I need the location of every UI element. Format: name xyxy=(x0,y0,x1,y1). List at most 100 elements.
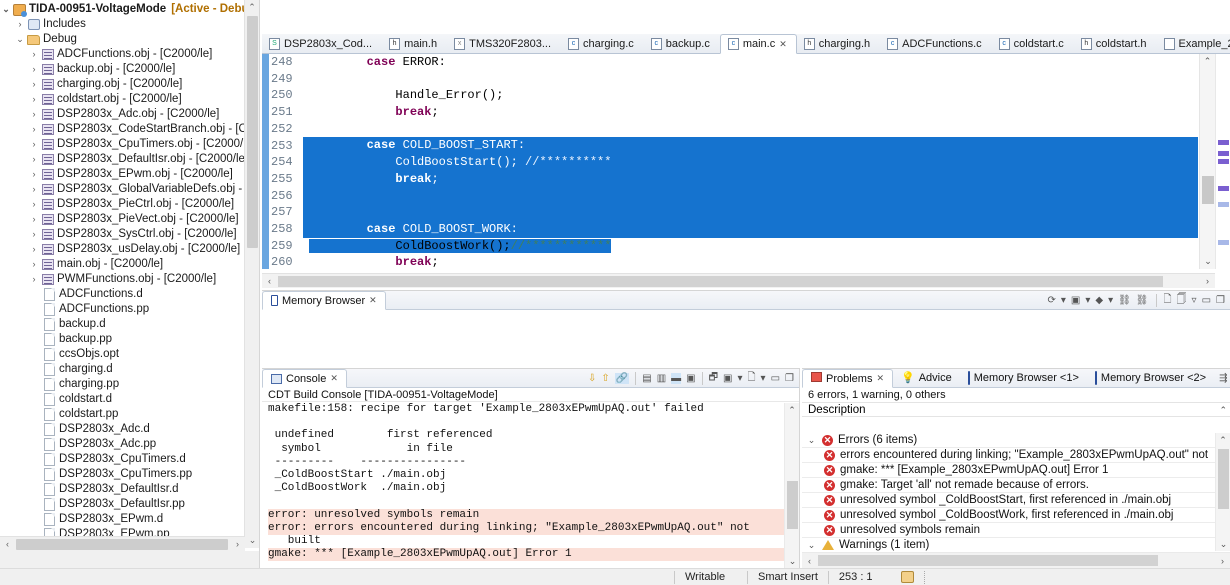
explorer-vertical-scrollbar[interactable]: ⌃ ⌄ xyxy=(244,0,259,548)
problems-hscroll-thumb[interactable] xyxy=(818,555,1158,566)
code-line[interactable]: break; xyxy=(303,104,1198,121)
problems-column-header[interactable]: Description ⌃ xyxy=(802,402,1230,417)
chevron-down-icon[interactable]: ⌄ xyxy=(806,538,817,552)
clear-console-icon[interactable]: ▤ xyxy=(642,373,651,384)
code-line[interactable] xyxy=(303,204,1198,221)
chevron-right-icon[interactable]: › xyxy=(28,122,40,137)
new-tab-dropdown-icon[interactable]: ▾ xyxy=(1085,295,1090,306)
tree-item-file[interactable]: charging.d xyxy=(0,362,245,377)
editor-vscroll-thumb[interactable] xyxy=(1202,176,1214,204)
chevron-right-icon[interactable]: › xyxy=(28,242,40,257)
chevron-right-icon[interactable]: › xyxy=(14,17,26,32)
overview-marker[interactable] xyxy=(1218,186,1229,191)
tree-item-file[interactable]: DSP2803x_CpuTimers.d xyxy=(0,452,245,467)
sort-indicator-icon[interactable]: ⌃ xyxy=(1219,403,1227,418)
tree-item-file[interactable]: coldstart.d xyxy=(0,392,245,407)
tree-item-file[interactable]: ADCFunctions.d xyxy=(0,287,245,302)
scroll-down-icon[interactable]: ⌄ xyxy=(785,554,800,568)
word-wrap-icon[interactable]: ▬ xyxy=(671,372,682,384)
problems-row[interactable]: ✕ gmake: Target 'all' not remade because … xyxy=(802,478,1215,493)
chevron-right-icon[interactable]: › xyxy=(28,197,40,212)
overview-marker[interactable] xyxy=(1218,151,1229,156)
display-dropdown-icon[interactable]: ▾ xyxy=(737,373,742,384)
tree-item-file[interactable]: charging.pp xyxy=(0,377,245,392)
tab-memory-browser[interactable]: Memory Browser ✕ xyxy=(262,291,386,310)
code-line[interactable]: case COLD_BOOST_START: xyxy=(303,137,1198,155)
overview-marker[interactable] xyxy=(1218,140,1229,145)
explorer-hscroll-thumb[interactable] xyxy=(16,539,228,550)
console-vscroll-thumb[interactable] xyxy=(787,481,798,529)
editor-tab-tms320f2803-[interactable]: x TMS320F2803... xyxy=(447,34,561,54)
problems-group-row[interactable]: ⌄ ✕ Errors (6 items) xyxy=(802,433,1215,448)
editor-tab-coldstart-c[interactable]: c coldstart.c xyxy=(992,34,1074,54)
chevron-right-icon[interactable]: › xyxy=(28,272,40,287)
chevron-right-icon[interactable]: › xyxy=(28,212,40,227)
minimize-icon[interactable]: ▭ xyxy=(1202,295,1211,306)
tree-item-object-file[interactable]: › DSP2803x_SysCtrl.obj - [C2000/le] xyxy=(0,227,245,242)
overview-marker[interactable] xyxy=(1218,202,1229,207)
lock-console-icon[interactable]: ▥ xyxy=(657,373,666,384)
chevron-right-icon[interactable]: › xyxy=(28,137,40,152)
tree-item-file[interactable]: DSP2803x_DefaultIsr.d xyxy=(0,482,245,497)
chevron-right-icon[interactable]: › xyxy=(28,152,40,167)
pin-icon[interactable]: 🗍 xyxy=(1177,292,1187,309)
problems-row[interactable]: ✕ unresolved symbol _ColdBoostWork, first… xyxy=(802,508,1215,523)
problems-row[interactable]: ✕ gmake: *** [Example_2803xEPwmUpAQ.out] … xyxy=(802,463,1215,478)
lock-icon[interactable] xyxy=(891,571,924,584)
console-toolbar[interactable]: ⇩ ⇧ 🔗 ▤ ▥ ▬ ▣ 🗗 ▣ ▾ 🗋 ▾ ▭ ❐ xyxy=(583,369,799,387)
overview-marker[interactable] xyxy=(1218,240,1229,245)
tree-item-object-file[interactable]: › DSP2803x_CodeStartBranch.obj - [C2000/l… xyxy=(0,122,245,137)
editor-tab-main-h[interactable]: h main.h xyxy=(382,34,447,54)
code-line[interactable]: case ERROR: xyxy=(303,54,1198,71)
new-tab-icon[interactable]: ▣ xyxy=(1071,295,1080,306)
scroll-up-icon[interactable]: ⌃ xyxy=(245,0,259,15)
tree-item-object-file[interactable]: › coldstart.obj - [C2000/le] xyxy=(0,92,245,107)
editor-source-text[interactable]: case ERROR: Handle_Error(); break; case … xyxy=(303,54,1198,269)
code-line[interactable]: break; xyxy=(303,170,1198,188)
chevron-down-icon[interactable]: ⌄ xyxy=(14,32,26,47)
code-line[interactable]: ColdBoostWork();//************ xyxy=(303,238,1198,255)
tree-item-project[interactable]: ⌄ TIDA-00951-VoltageMode [Active - Debug] xyxy=(0,2,245,17)
chevron-right-icon[interactable]: › xyxy=(28,47,40,62)
close-icon[interactable]: ✕ xyxy=(369,295,377,306)
tree-item-object-file[interactable]: › DSP2803x_PieVect.obj - [C2000/le] xyxy=(0,212,245,227)
overview-marker[interactable] xyxy=(1218,159,1229,164)
chevron-right-icon[interactable]: › xyxy=(28,92,40,107)
scroll-right-icon[interactable]: › xyxy=(1215,553,1230,569)
tree-item-file[interactable]: DSP2803x_Adc.pp xyxy=(0,437,245,452)
tree-item-object-file[interactable]: › charging.obj - [C2000/le] xyxy=(0,77,245,92)
editor-tab-backup-c[interactable]: c backup.c xyxy=(644,34,720,54)
close-icon[interactable]: ✕ xyxy=(330,373,338,384)
code-line[interactable]: ColdBoostStart(); //********** xyxy=(303,154,1198,171)
editor-tab-charging-c[interactable]: c charging.c xyxy=(561,34,644,54)
fill-dropdown-icon[interactable]: ▾ xyxy=(1108,295,1113,306)
tab-advice[interactable]: 💡 Advice xyxy=(893,369,960,387)
view-menu-icon[interactable]: ▿ xyxy=(1192,295,1197,306)
scroll-left-icon[interactable]: ‹ xyxy=(802,553,817,569)
tab-problems[interactable]: Problems ✕ xyxy=(802,369,894,388)
tree-item-object-file[interactable]: › DSP2803x_DefaultIsr.obj - [C2000/le] xyxy=(0,152,245,167)
editor-scroll-up-icon[interactable]: ⌃ xyxy=(1200,54,1215,69)
tree-item-object-file[interactable]: › DSP2803x_CpuTimers.obj - [C2000/le] xyxy=(0,137,245,152)
refresh-icon[interactable]: ⟳ xyxy=(1047,295,1055,306)
tree-item-object-file[interactable]: › main.obj - [C2000/le] xyxy=(0,257,245,272)
tree-item-includes[interactable]: › Includes xyxy=(0,17,245,32)
tree-item-file[interactable]: DSP2803x_Adc.d xyxy=(0,422,245,437)
editor-tab-bar[interactable]: S DSP2803x_Cod... h main.h x TMS320F2803... c c… xyxy=(262,34,1230,54)
scroll-up-icon[interactable]: ⌃ xyxy=(785,403,799,417)
new-memory-browser-icon[interactable]: 🗋 xyxy=(1164,292,1172,309)
editor-tab-coldstart-h[interactable]: h coldstart.h xyxy=(1074,34,1157,54)
tree-item-object-file[interactable]: › PWMFunctions.obj - [C2000/le] xyxy=(0,272,245,287)
project-tree[interactable]: ⌄ TIDA-00951-VoltageMode [Active - Debug] ›… xyxy=(0,0,245,548)
scroll-down-icon[interactable]: ⌄ xyxy=(245,533,259,548)
code-line[interactable] xyxy=(303,121,1198,138)
editor-tab-dsp2803x-cod-[interactable]: S DSP2803x_Cod... xyxy=(262,34,382,54)
editor-hscroll-thumb[interactable] xyxy=(278,276,1163,287)
tree-item-object-file[interactable]: › DSP2803x_GlobalVariableDefs.obj - [C200… xyxy=(0,182,245,197)
tree-item-file[interactable]: DSP2803x_CpuTimers.pp xyxy=(0,467,245,482)
problems-row[interactable]: ✕ unresolved symbol _ColdBoostStart, firs… xyxy=(802,493,1215,508)
tree-item-file[interactable]: backup.d xyxy=(0,317,245,332)
explorer-vscroll-thumb[interactable] xyxy=(247,16,258,248)
minimize-icon[interactable]: ▭ xyxy=(771,373,780,384)
tab-console[interactable]: Console ✕ xyxy=(262,369,347,388)
